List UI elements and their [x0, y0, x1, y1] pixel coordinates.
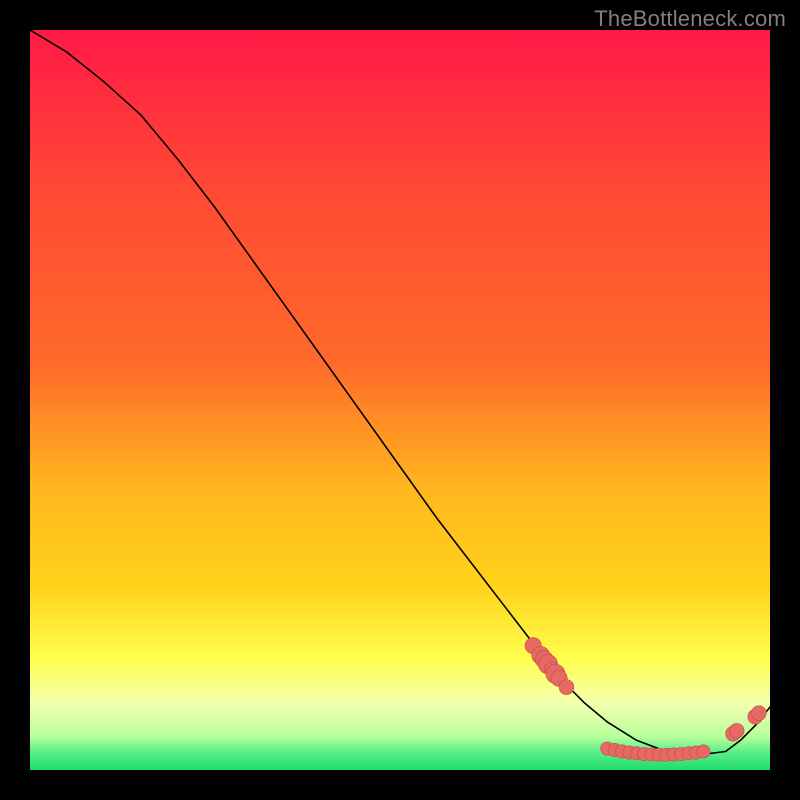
gradient-bg [30, 30, 770, 770]
data-marker [729, 723, 744, 738]
watermark-text: TheBottleneck.com [594, 6, 786, 32]
data-marker [697, 745, 710, 758]
data-marker [559, 680, 574, 695]
chart-stage: TheBottleneck.com [0, 0, 800, 800]
data-marker [752, 706, 767, 721]
chart-svg [30, 30, 770, 770]
plot-area [30, 30, 770, 770]
